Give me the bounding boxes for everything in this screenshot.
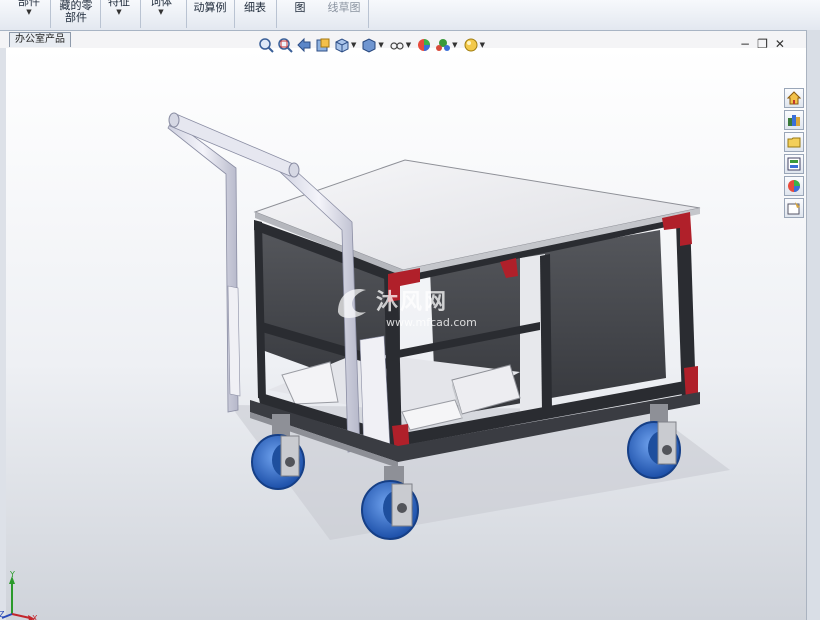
ribbon-label: 图	[294, 1, 306, 14]
ribbon-label: 细表	[244, 1, 266, 14]
section-view-icon[interactable]	[315, 37, 331, 53]
view-orientation-icon[interactable]	[334, 37, 350, 53]
ribbon-separator	[100, 0, 101, 28]
tab-document[interactable]: 办公室产品	[9, 32, 71, 47]
design-library-icon[interactable]	[784, 110, 804, 130]
chevron-down-icon: ▼	[158, 8, 164, 16]
restore-icon[interactable]: ❐	[757, 37, 768, 51]
ribbon-separator	[368, 0, 369, 28]
triad-z-label: Z	[0, 610, 5, 619]
custom-properties-icon[interactable]	[784, 198, 804, 218]
chevron-down-icon[interactable]: ▼	[480, 41, 485, 49]
command-ribbon: 部件 ▼ 藏的零 部件 特征 ▼ 词体 ▼ 动算例 细表 图 线草图	[0, 0, 820, 31]
chevron-down-icon: ▼	[116, 8, 122, 16]
file-explorer-icon[interactable]	[784, 132, 804, 152]
view-triad: Y X Z	[0, 570, 40, 620]
ribbon-label: 部件	[65, 11, 87, 24]
graphics-area[interactable]: 沐风网 www.mfcad.com Y X Z	[0, 48, 806, 620]
frame-post-middle	[540, 254, 552, 412]
ribbon-button-hidden-components[interactable]: 藏的零 部件	[54, 0, 98, 28]
home-icon[interactable]	[784, 88, 804, 108]
heads-up-view-toolbar: ▼ ▼ ▼ ▼ ▼	[258, 36, 487, 54]
triad-x-label: X	[32, 614, 38, 620]
watermark-logo-icon	[338, 288, 366, 318]
ribbon-separator	[140, 0, 141, 28]
hide-show-items-icon[interactable]	[389, 37, 405, 53]
ribbon-button-features[interactable]: 特征 ▼	[104, 0, 134, 28]
chevron-down-icon[interactable]: ▼	[452, 41, 457, 49]
storage-tray	[281, 361, 339, 405]
ribbon-label: 部件	[18, 0, 40, 8]
document-window-controls: − ❐ ✕	[740, 37, 785, 51]
ribbon-separator	[186, 0, 187, 28]
task-pane-tabs	[784, 88, 806, 218]
watermark: 沐风网 www.mfcad.com	[338, 286, 498, 336]
chevron-down-icon: ▼	[26, 8, 32, 16]
apply-scene-icon[interactable]	[435, 37, 451, 53]
chevron-down-icon[interactable]: ▼	[378, 41, 383, 49]
ribbon-label: 线草图	[327, 1, 361, 14]
ribbon-separator	[234, 0, 235, 28]
chevron-down-icon[interactable]: ▼	[406, 41, 411, 49]
ribbon-separator	[276, 0, 277, 28]
close-icon[interactable]: ✕	[775, 37, 785, 51]
ribbon-button-geometry[interactable]: 词体 ▼	[146, 0, 176, 28]
zoom-to-area-icon[interactable]	[277, 37, 293, 53]
edit-appearance-icon[interactable]	[416, 37, 432, 53]
watermark-brand: 沐风网	[376, 290, 449, 315]
zoom-to-fit-icon[interactable]	[258, 37, 274, 53]
appearances-icon[interactable]	[784, 176, 804, 196]
minimize-icon[interactable]: −	[740, 37, 750, 51]
task-pane-strip	[806, 30, 820, 620]
ribbon-label: 特征	[108, 0, 130, 8]
watermark-url: www.mfcad.com	[386, 316, 477, 329]
previous-view-icon[interactable]	[296, 37, 312, 53]
view-palette-icon[interactable]	[784, 154, 804, 174]
handle-arm-left	[167, 119, 239, 413]
view-settings-icon[interactable]	[463, 37, 479, 53]
ribbon-label: 词体	[150, 0, 172, 8]
triad-y-label: Y	[10, 570, 15, 579]
chevron-down-icon[interactable]: ▼	[351, 41, 356, 49]
ribbon-separator	[50, 0, 51, 28]
ribbon-label: 动算例	[193, 1, 227, 14]
ribbon-button-assembly[interactable]: 部件 ▼	[14, 0, 44, 28]
tab-label: 办公室产品	[15, 34, 65, 45]
display-style-icon[interactable]	[361, 37, 377, 53]
